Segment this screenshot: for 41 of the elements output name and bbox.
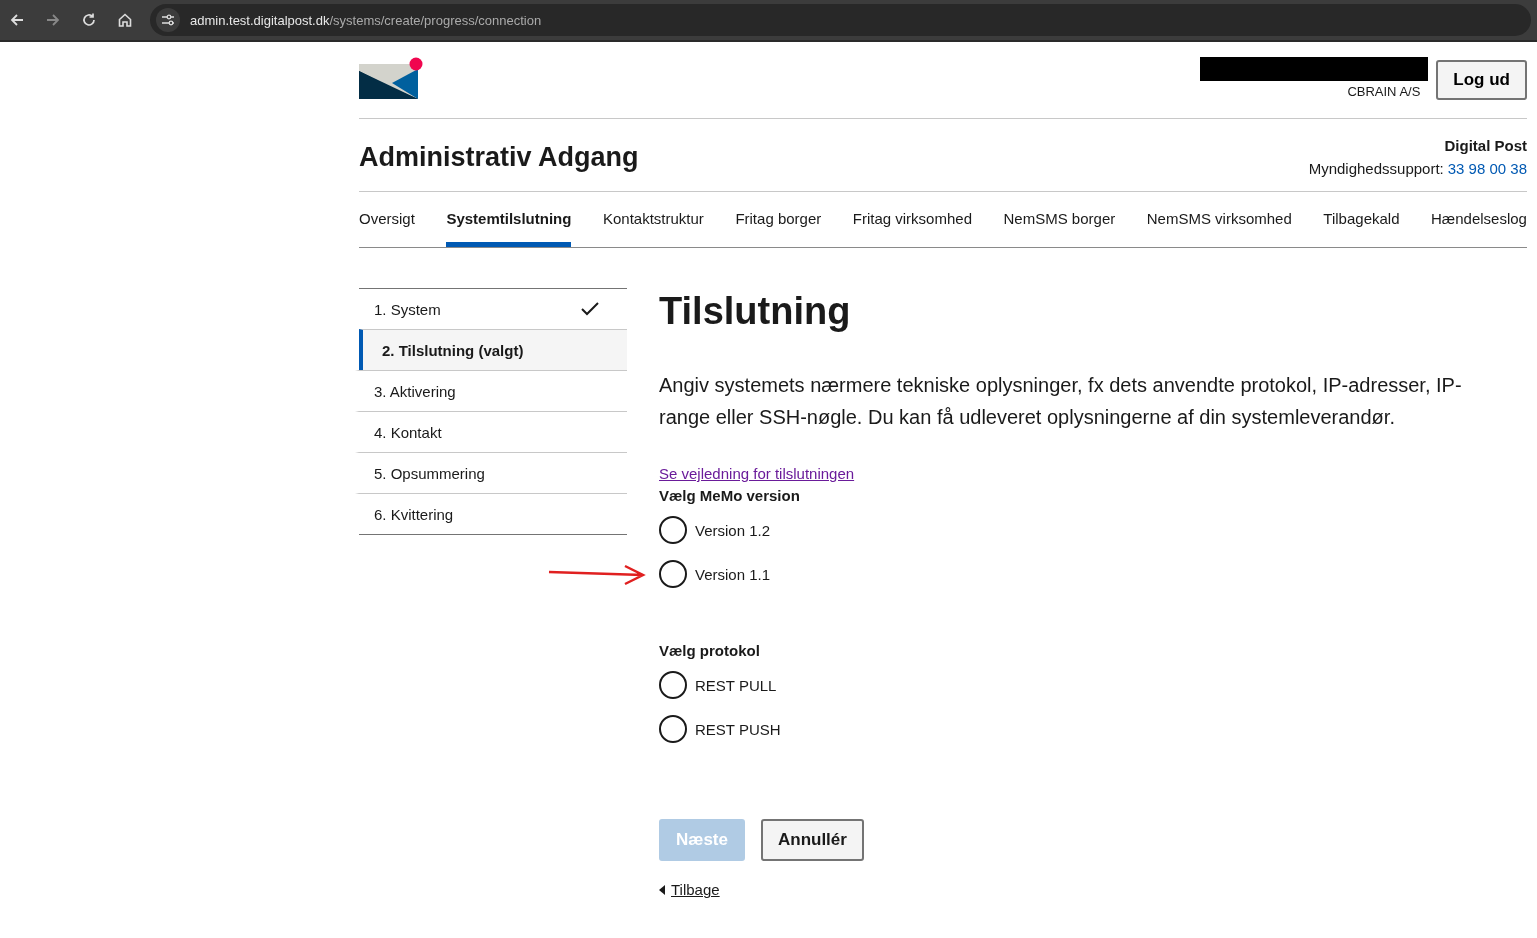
nav-tab[interactable]: Fritag borger <box>735 192 822 247</box>
radio-label: Version 1.1 <box>695 565 771 583</box>
envelope-logo <box>359 57 425 101</box>
radio-button[interactable] <box>659 671 687 699</box>
radio-button[interactable] <box>659 560 687 588</box>
intro-text: Angiv systemets nærmere tekniske oplysninger, fx dets anvendte protokol, IP-adresser, IP-range eller SSH-nøgle. Du kan få udleveret oplysningerne af din systemleverandør. <box>659 373 1463 430</box>
guide-link[interactable]: Se vejledning for tilslutningen <box>659 465 855 482</box>
caret-left-icon <box>659 884 665 895</box>
radio-label: REST PUSH <box>695 720 781 738</box>
nav-tab[interactable]: Systemtilslutning <box>446 192 572 247</box>
radio-button[interactable] <box>659 715 687 743</box>
radio-button[interactable] <box>659 516 687 544</box>
group-legend: Vælg MeMo version <box>659 487 1527 504</box>
nav-tab[interactable]: NemSMS virksomhed <box>1146 192 1292 247</box>
step-item[interactable]: 6. Kvittering <box>355 493 627 534</box>
url-text: admin.test.digitalpost.dk/systems/create/progress/connection <box>190 12 542 28</box>
support-label: Myndighedssupport: <box>1308 160 1444 177</box>
page-heading: Tilslutning <box>659 289 852 333</box>
step-item[interactable]: 1. System <box>355 289 627 329</box>
step-item[interactable]: 2. Tilslutning (valgt) <box>359 329 627 370</box>
cancel-button[interactable]: Annullér <box>760 819 864 861</box>
address-bar[interactable]: admin.test.digitalpost.dk/systems/create/progress/connection <box>150 4 1531 36</box>
organization-name: CBRAIN A/S <box>1347 84 1421 99</box>
radio-label: REST PULL <box>695 676 777 694</box>
nav-tab[interactable]: Kontaktstruktur <box>602 192 704 247</box>
step-item[interactable]: 3. Aktivering <box>355 370 627 411</box>
group-legend: Vælg protokol <box>659 642 1527 659</box>
step-item[interactable]: 4. Kontakt <box>355 411 627 452</box>
app-title: Administrativ Adgang <box>359 141 639 173</box>
logout-button[interactable]: Log ud <box>1436 60 1527 100</box>
nav-tab[interactable]: Hændelseslog <box>1431 192 1527 247</box>
nav-tab[interactable]: Tilbagekald <box>1323 192 1400 247</box>
nav-tab[interactable]: Fritag virksomhed <box>852 192 972 247</box>
service-name: Digital Post <box>1444 137 1527 154</box>
site-settings-icon[interactable] <box>156 8 180 32</box>
step-item[interactable]: 5. Opsummering <box>355 452 627 493</box>
support-phone-link[interactable]: 33 98 00 38 <box>1447 160 1527 177</box>
back-link[interactable]: Tilbage <box>671 881 720 898</box>
nav-tab[interactable]: Oversigt <box>359 192 415 247</box>
radio-label: Version 1.2 <box>695 521 771 539</box>
nav-tab[interactable]: NemSMS borger <box>1003 192 1116 247</box>
